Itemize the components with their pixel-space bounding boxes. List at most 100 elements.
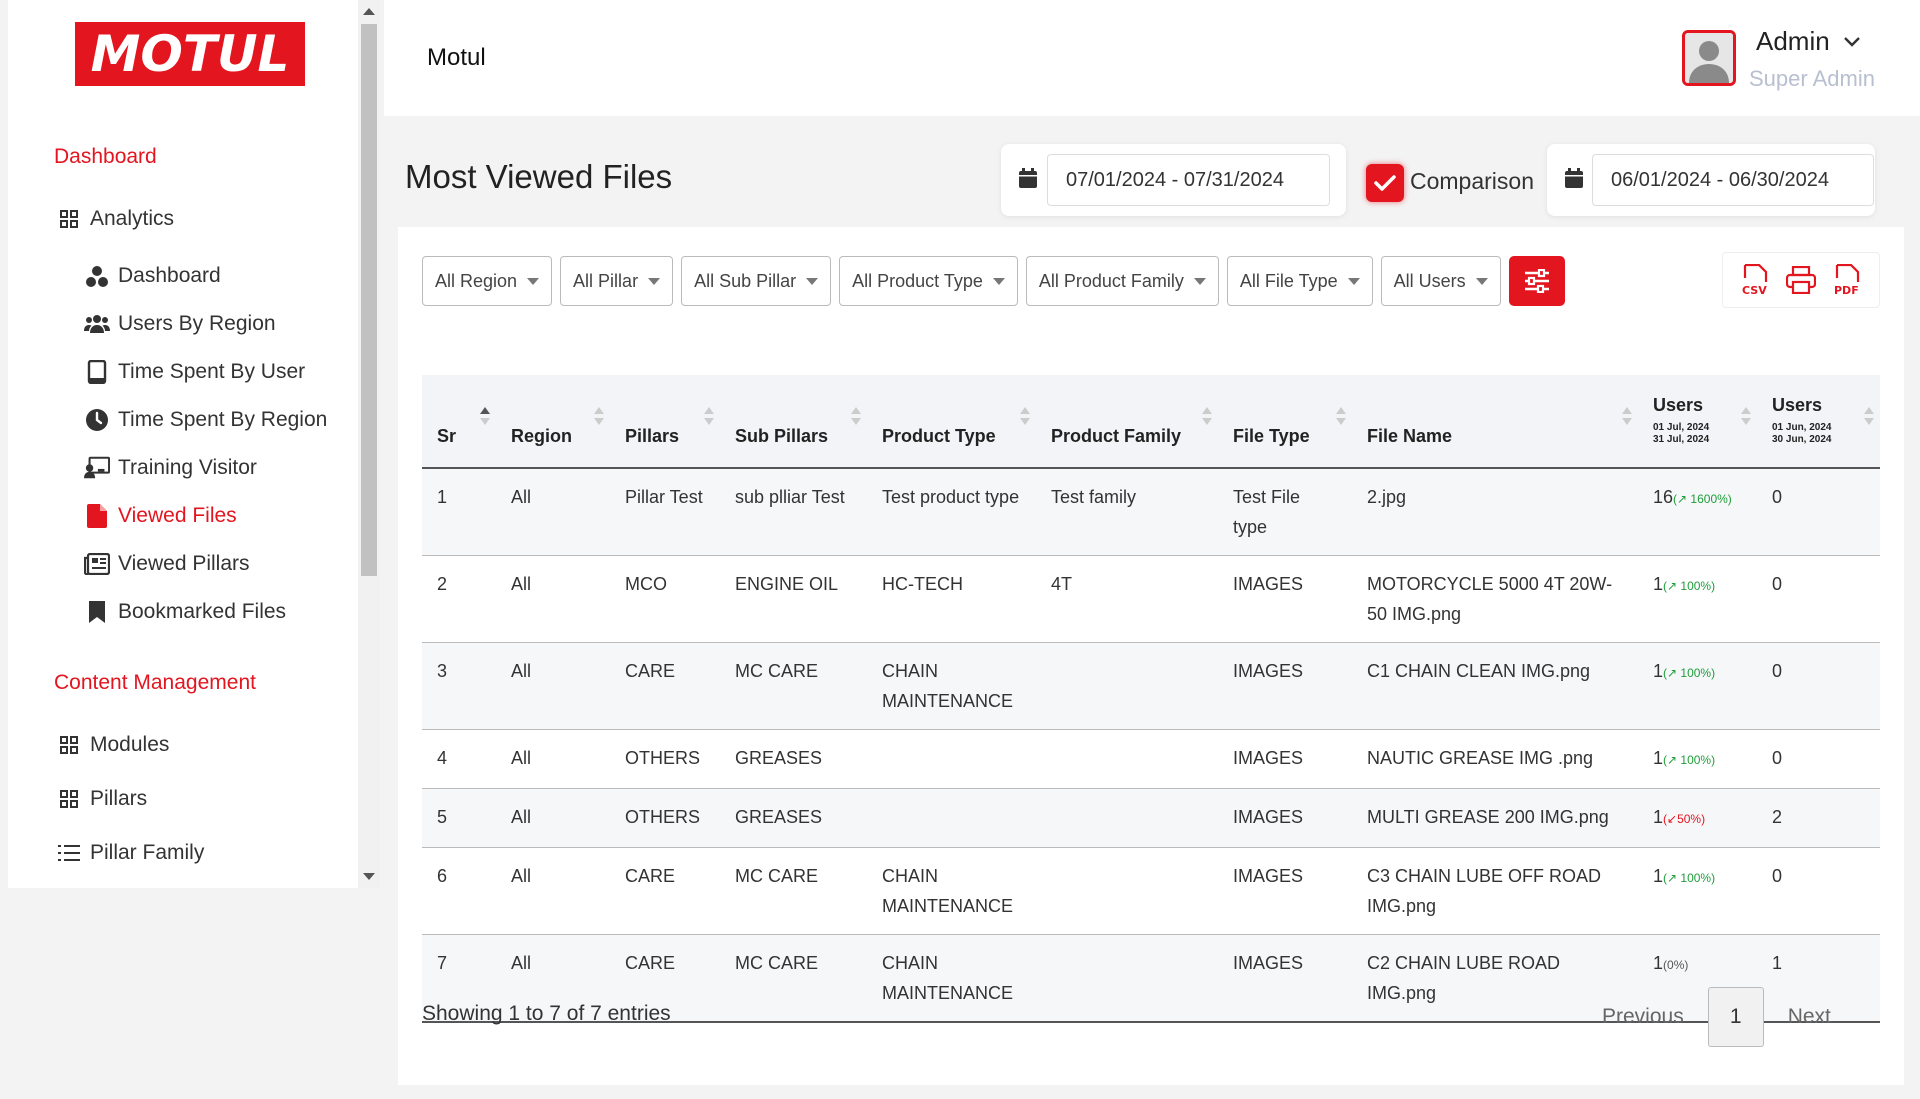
user-name: Admin: [1756, 26, 1830, 56]
sidebar-item-modules[interactable]: Modules: [56, 732, 169, 758]
cell-users: 1(↗ 100%): [1638, 730, 1757, 789]
users-count: 1: [1653, 748, 1664, 768]
arrow-up-right-icon: ↗: [1667, 666, 1681, 680]
filter-label: All Region: [435, 270, 518, 291]
cell-users-comparison: 0: [1772, 661, 1783, 681]
cell-sr: 3: [437, 661, 448, 681]
sort-icon: [1864, 407, 1874, 425]
filter-product-family-select[interactable]: All Product Family: [1025, 256, 1219, 306]
cell-users: 1(↗ 100%): [1638, 848, 1757, 935]
page-title: Most Viewed Files: [405, 158, 673, 195]
cell-file-name: 2.jpg: [1367, 487, 1407, 507]
sidebar-item-viewed-files[interactable]: Viewed Files: [84, 503, 237, 529]
cell-sr: 2: [437, 574, 448, 594]
sidebar-item-pillars[interactable]: Pillars: [56, 786, 147, 812]
filter-pillar-select[interactable]: All Pillar: [560, 256, 674, 306]
date-range-picker[interactable]: 07/01/2024 - 07/31/2024: [1001, 144, 1346, 216]
comparison-label[interactable]: Comparison: [1410, 168, 1534, 195]
filter-users-select[interactable]: All Users: [1380, 256, 1501, 306]
filter-product-type-select[interactable]: All Product Type: [839, 256, 1018, 306]
sidebar-scrollbar[interactable]: [358, 0, 380, 888]
column-header-file-name[interactable]: File Name: [1352, 375, 1638, 468]
column-header-product-family[interactable]: Product Family: [1036, 375, 1218, 468]
cell-pillar: CARE: [625, 866, 676, 886]
column-header-sr[interactable]: Sr: [422, 375, 496, 468]
sidebar-item-label: Pillars: [90, 787, 148, 810]
scroll-up-arrow-icon[interactable]: [363, 8, 375, 15]
section-title-content-management: Content Management: [54, 671, 256, 694]
sidebar-item-label: Pillar Family: [90, 841, 205, 864]
list-icon: [56, 840, 82, 866]
sidebar-item-users-by-region[interactable]: Users By Region: [84, 311, 276, 337]
sort-icon: [1202, 407, 1212, 425]
column-header-sub-pillars[interactable]: Sub Pillars: [720, 375, 867, 468]
sidebar-item-pillar-family[interactable]: Pillar Family: [56, 840, 204, 866]
sidebar-item-time-spent-by-region[interactable]: Time Spent By Region: [84, 407, 327, 433]
column-header-pillars[interactable]: Pillars: [610, 375, 720, 468]
calendar-icon: [1019, 168, 1037, 188]
cell-sub-pillar: GREASES: [735, 748, 823, 768]
cell-sub-pillar: sub plliar Test: [735, 487, 845, 507]
previous-page-button[interactable]: Previous: [1578, 1005, 1708, 1029]
column-header-users-current[interactable]: Users 01 Jul, 2024 31 Jul, 2024: [1638, 375, 1757, 468]
users-range-end: 31 Jul, 2024: [1653, 434, 1710, 445]
cell-users: 1(↗ 100%): [1638, 643, 1757, 730]
comparison-range-picker[interactable]: 06/01/2024 - 06/30/2024: [1547, 144, 1875, 216]
cell-sr: 5: [437, 807, 448, 827]
filter-file-type-select[interactable]: All File Type: [1226, 256, 1373, 306]
sidebar-item-bookmarked-files[interactable]: Bookmarked Files: [84, 599, 286, 625]
comparison-range-input[interactable]: 06/01/2024 - 06/30/2024: [1592, 154, 1874, 206]
grid-icon: [56, 786, 82, 812]
column-header-file-type[interactable]: File Type: [1218, 375, 1352, 468]
column-header-users-comparison[interactable]: Users 01 Jun, 2024 30 Jun, 2024: [1757, 375, 1880, 468]
next-page-button[interactable]: Next: [1764, 1005, 1855, 1029]
cell-product-type: [867, 789, 1036, 848]
date-range-input[interactable]: 07/01/2024 - 07/31/2024: [1047, 154, 1330, 206]
user-menu[interactable]: Admin: [1756, 26, 1860, 57]
sort-icon: [480, 407, 490, 425]
motul-logo[interactable]: MOTUL: [75, 22, 305, 86]
sort-icon: [1741, 407, 1751, 425]
filter-region-select[interactable]: All Region: [422, 256, 553, 306]
comparison-checkbox[interactable]: [1366, 164, 1404, 202]
cell-region: All: [511, 661, 532, 681]
sidebar-item-viewed-pillars[interactable]: Viewed Pillars: [84, 551, 250, 577]
sort-icon: [851, 407, 861, 425]
users-change-badge: (↗ 100%): [1663, 753, 1716, 767]
cell-users-comparison: 0: [1772, 487, 1783, 507]
column-header-region[interactable]: Region: [496, 375, 610, 468]
logo-text: MOTUL: [90, 25, 290, 83]
page-button-current[interactable]: 1: [1707, 987, 1764, 1047]
grid-icon: [56, 732, 82, 758]
caret-down-icon: [1193, 277, 1206, 285]
sidebar-item-training-visitor[interactable]: Training Visitor: [84, 455, 257, 481]
cell-file-type: IMAGES: [1233, 953, 1304, 973]
chalkboard-user-icon: [84, 455, 110, 481]
scrollbar-thumb[interactable]: [361, 24, 377, 576]
column-header-product-type[interactable]: Product Type: [867, 375, 1036, 468]
sort-icon: [704, 407, 714, 425]
sidebar-item-dashboard[interactable]: Dashboard: [84, 263, 221, 289]
pdf-export-icon[interactable]: PDF: [1833, 264, 1861, 296]
pagination: Previous 1 Next: [1578, 987, 1855, 1047]
cell-file-name: C1 CHAIN CLEAN IMG.png: [1367, 661, 1591, 681]
cell-region: All: [511, 574, 532, 594]
table-header-row: Sr Region Pillars Sub Pillars Product Ty…: [422, 375, 1880, 468]
cell-product-type: HC-TECH: [882, 574, 963, 594]
csv-export-icon[interactable]: CSV: [1741, 264, 1769, 296]
sort-icon: [1622, 407, 1632, 425]
print-icon[interactable]: [1785, 266, 1816, 294]
cell-region: All: [511, 487, 532, 507]
apply-filters-button[interactable]: [1508, 256, 1565, 306]
cell-users: 1(↗ 100%): [1638, 556, 1757, 643]
cell-pillar: CARE: [625, 661, 676, 681]
cell-product-family: [1036, 789, 1218, 848]
scroll-down-arrow-icon[interactable]: [363, 873, 375, 880]
cell-file-type: IMAGES: [1233, 866, 1304, 886]
sidebar-item-analytics[interactable]: Analytics: [56, 206, 174, 232]
table-row: 4 All OTHERS GREASES IMAGES NAUTIC GREASE IMG…: [422, 730, 1880, 789]
sidebar-item-time-spent-by-user[interactable]: Time Spent By User: [84, 359, 305, 385]
avatar[interactable]: [1682, 30, 1736, 86]
caret-down-icon: [648, 277, 661, 285]
filter-sub-pillar-select[interactable]: All Sub Pillar: [681, 256, 832, 306]
